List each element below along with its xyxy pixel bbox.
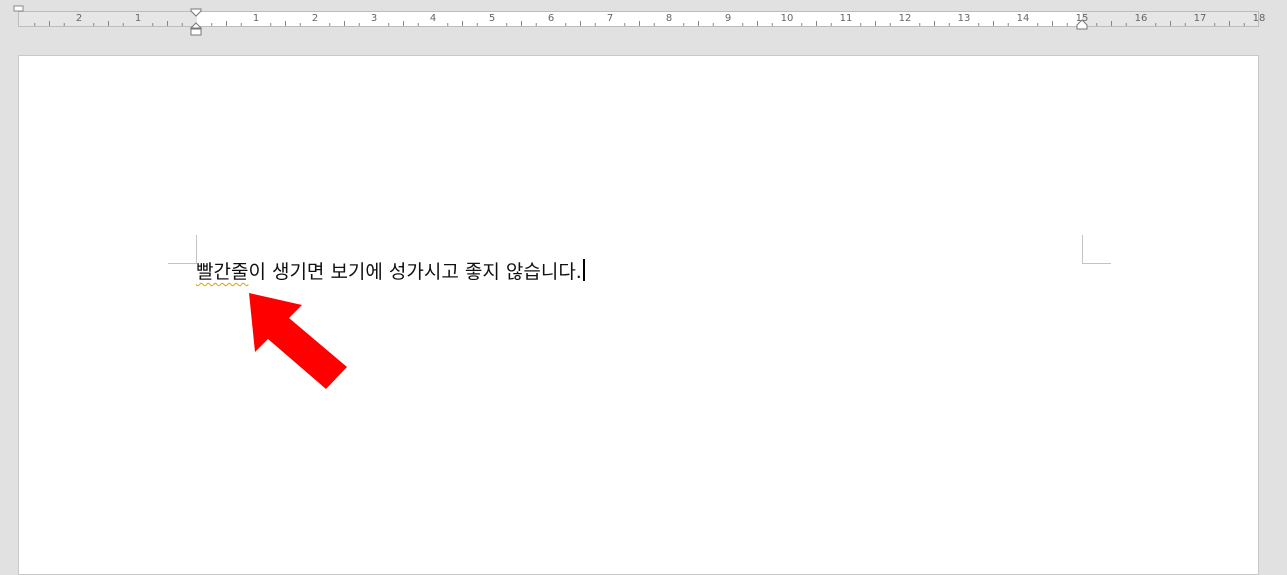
document-text[interactable]: 이 생기면 보기에 성가시고 좋지 않습니다. — [248, 261, 581, 283]
ruler-label: 9 — [724, 13, 732, 24]
ruler-label: 7 — [606, 13, 614, 24]
horizontal-ruler-area: 2 1 1 2 3 4 5 6 7 8 9 10 11 12 13 14 15 16 17 18 — [0, 0, 1287, 40]
document-page[interactable]: 빨간줄이 생기면 보기에 성가시고 좋지 않습니다. — [18, 55, 1259, 575]
ruler-label: 2 — [311, 13, 319, 24]
ruler-label: 4 — [429, 13, 437, 24]
ruler-label: 10 — [780, 13, 794, 24]
ruler-label: 3 — [370, 13, 378, 24]
indent-marker-icon[interactable] — [188, 8, 206, 38]
crop-mark-top-left — [168, 235, 197, 264]
crop-mark-top-right — [1082, 235, 1111, 264]
ruler-label: 11 — [839, 13, 853, 24]
ruler-label: 13 — [957, 13, 971, 24]
misspelled-word[interactable]: 빨간줄 — [196, 261, 248, 283]
text-cursor — [582, 259, 585, 281]
document-text-line[interactable]: 빨간줄이 생기면 보기에 성가시고 좋지 않습니다. — [196, 258, 585, 286]
ruler-label: 12 — [898, 13, 912, 24]
ruler-label: 2 — [75, 13, 83, 24]
ruler-label: 16 — [1134, 13, 1148, 24]
ruler-label: 1 — [134, 13, 142, 24]
tab-selector-icon[interactable] — [13, 5, 25, 13]
red-arrow-icon — [249, 293, 347, 389]
ruler-label: 14 — [1016, 13, 1030, 24]
ruler-label: 18 — [1252, 13, 1266, 24]
ruler-label: 17 — [1193, 13, 1207, 24]
ruler-label: 1 — [252, 13, 260, 24]
ruler-label: 5 — [488, 13, 496, 24]
right-indent-marker-icon[interactable] — [1074, 17, 1090, 31]
ruler-label: 8 — [665, 13, 673, 24]
ruler-label: 6 — [547, 13, 555, 24]
